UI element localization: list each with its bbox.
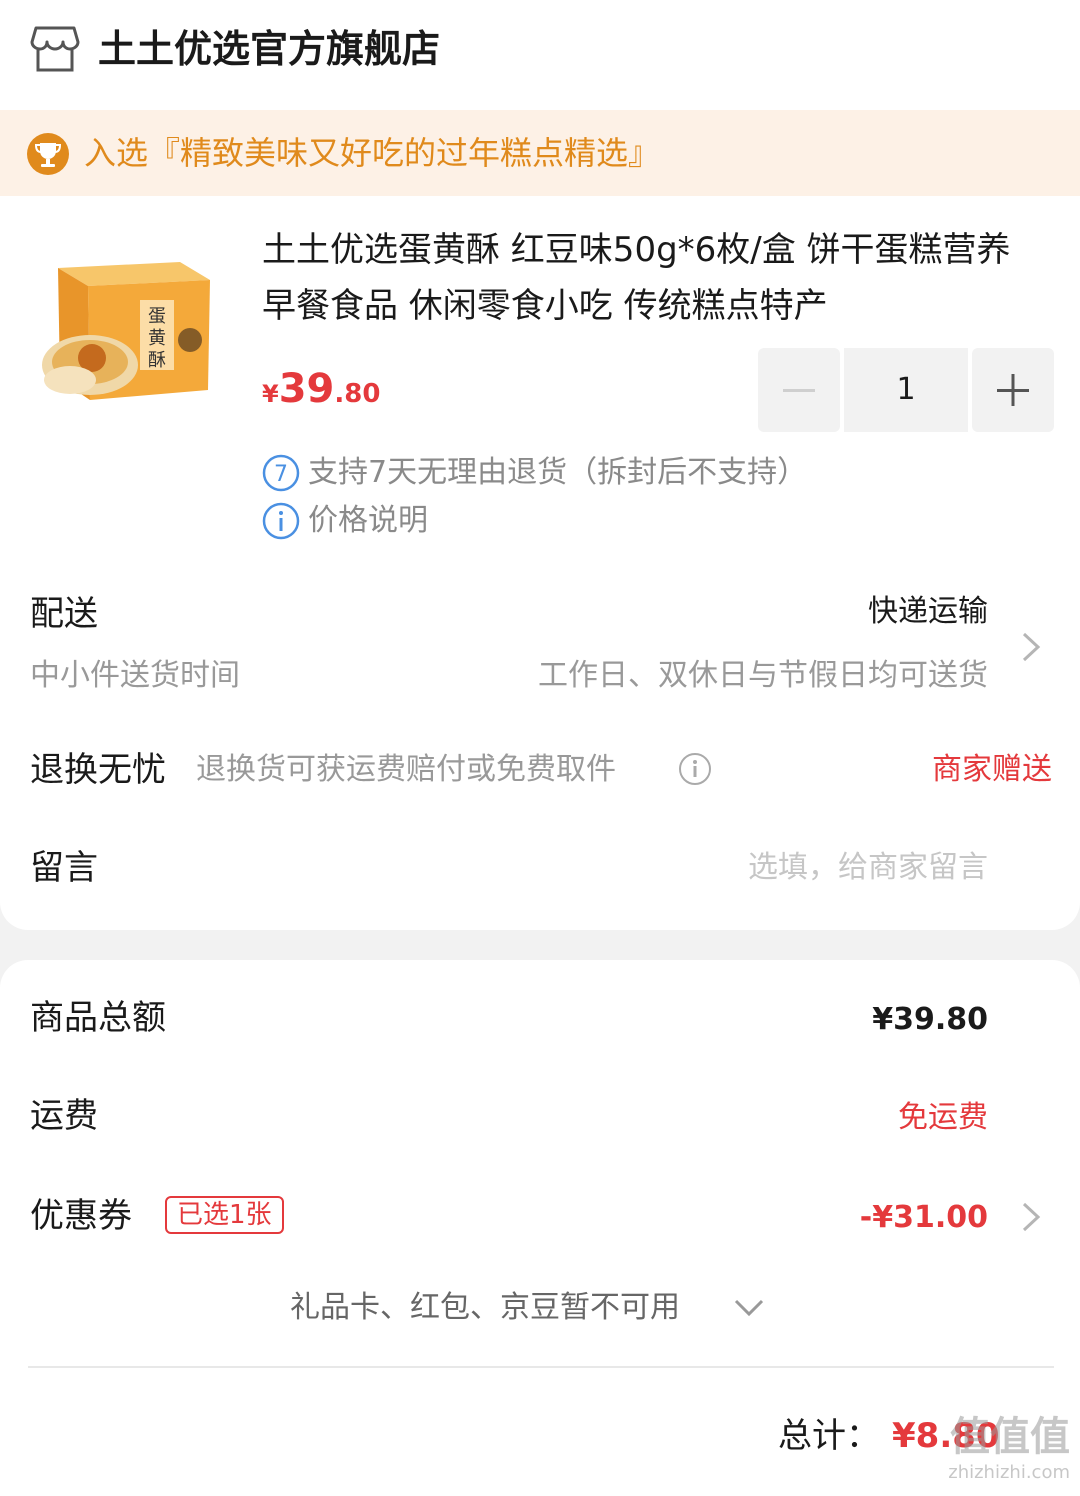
increase-quantity-button[interactable] <box>972 348 1054 432</box>
worry-free-label: 退换无忧 <box>30 750 166 790</box>
info-icon <box>262 502 300 540</box>
watermark-logo: 值值值 <box>950 1414 1070 1460</box>
worry-free-value: 商家赠送 <box>932 752 1052 787</box>
info-icon[interactable] <box>678 752 712 786</box>
worry-free-description: 退换货可获运费赔付或免费取件 <box>196 752 616 787</box>
svg-text:黄: 黄 <box>148 328 166 349</box>
product-title[interactable]: 土土优选蛋黄酥 红豆味50g*6枚/盒 饼干蛋糕营养早餐食品 休闲零食小吃 传统… <box>262 222 1042 334</box>
chevron-right-icon <box>1022 632 1041 662</box>
minus-icon <box>783 389 815 392</box>
quantity-value[interactable]: 1 <box>844 348 968 432</box>
svg-text:蛋: 蛋 <box>148 306 166 327</box>
svg-text:7: 7 <box>274 462 288 487</box>
chevron-right-icon <box>1022 1202 1041 1232</box>
svg-text:酥: 酥 <box>148 350 166 371</box>
subtotal-label: 商品总额 <box>30 998 166 1038</box>
award-text: 入选『精致美味又好吃的过年糕点精选』 <box>84 134 661 172</box>
store-icon <box>30 26 80 72</box>
coupon-label: 优惠券 <box>30 1196 132 1236</box>
shipping-label: 运费 <box>30 1096 98 1136</box>
unavailable-payment-toggle[interactable]: 礼品卡、红包、京豆暂不可用 <box>0 1284 1080 1334</box>
price-note-text: 价格说明 <box>308 503 428 538</box>
seven-day-return-icon: 7 <box>262 454 300 492</box>
plus-icon <box>997 374 1029 406</box>
watermark: 值值值 zhizhizhi.com <box>920 1412 1070 1492</box>
decrease-quantity-button[interactable] <box>758 348 840 432</box>
price-currency: ¥ <box>262 380 279 408</box>
delivery-time-value: 工作日、双休日与节假日均可送货 <box>538 658 988 693</box>
coupon-selected-tag: 已选1张 <box>165 1196 284 1234</box>
price-integer: 39 <box>278 366 335 412</box>
award-banner[interactable]: 入选『精致美味又好吃的过年糕点精选』 <box>0 110 1080 196</box>
coupon-value: -¥31.00 <box>859 1200 988 1235</box>
chevron-down-icon <box>734 1299 764 1317</box>
return-policy-text: 支持7天无理由退货（拆封后不支持） <box>308 455 808 490</box>
product-thumbnail[interactable]: 蛋 黄 酥 <box>30 240 230 420</box>
delivery-time-label: 中小件送货时间 <box>30 658 240 693</box>
store-name: 土土优选官方旗舰店 <box>98 27 441 71</box>
shipping-value: 免运费 <box>898 1100 988 1135</box>
delivery-label: 配送 <box>30 594 98 634</box>
subtotal-value: ¥39.80 <box>872 1002 988 1037</box>
message-input[interactable]: 选填，给商家留言 <box>748 846 988 890</box>
divider <box>28 1366 1054 1368</box>
unavailable-payment-text: 礼品卡、红包、京豆暂不可用 <box>290 1290 680 1325</box>
total-label: 总计： <box>778 1416 880 1456</box>
watermark-url: zhizhizhi.com <box>948 1462 1070 1483</box>
quantity-stepper[interactable]: 1 <box>758 348 1054 432</box>
store-header[interactable]: 土土优选官方旗舰店 <box>0 0 1080 108</box>
product-price: ¥39.80 <box>262 366 380 412</box>
price-decimal: .80 <box>334 379 381 409</box>
delivery-method: 快递运输 <box>868 594 988 629</box>
trophy-icon <box>27 133 69 175</box>
message-label: 留言 <box>30 848 98 888</box>
